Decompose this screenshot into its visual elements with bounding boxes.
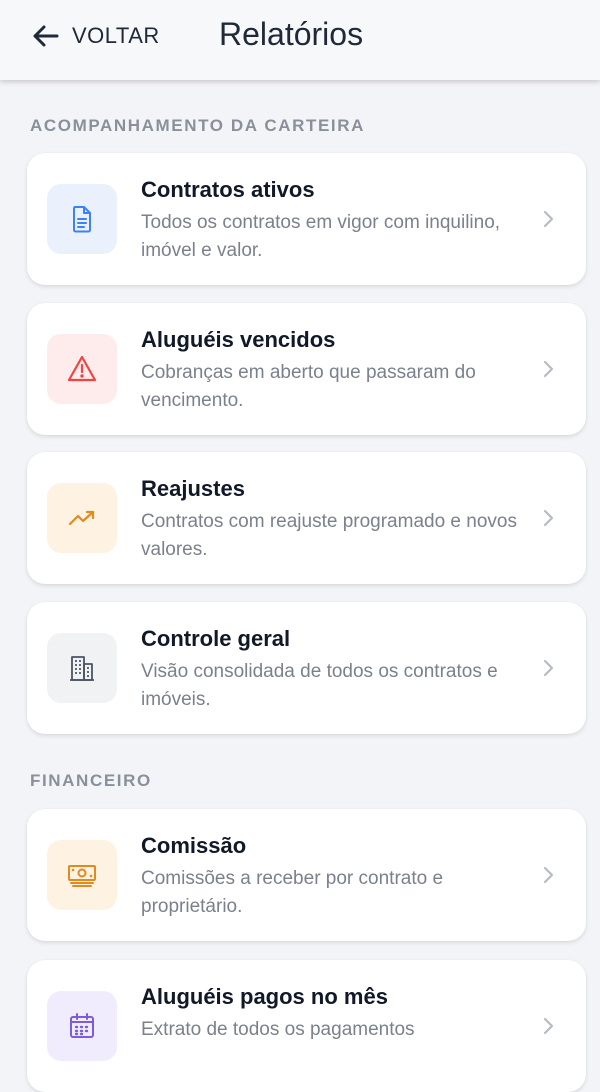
report-description: Todos os contratos em vigor com inquilin… [141, 212, 501, 261]
report-card-alugueis-vencidos[interactable]: Aluguéis vencidos Cobranças em aberto qu… [27, 303, 586, 435]
building-icon [70, 656, 94, 681]
report-description: Comissões a receber por contrato e propr… [141, 868, 444, 917]
report-card-alugueis-pagos[interactable]: Aluguéis pagos no mês Extrato de todos o… [27, 960, 586, 1092]
back-button[interactable]: VOLTAR [30, 20, 160, 52]
calendar-icon [70, 1013, 94, 1038]
page-title: Relatórios [219, 16, 364, 52]
chevron-right-icon [543, 509, 554, 527]
report-description: Visão consolidada de todos os contratos … [141, 661, 498, 710]
back-label: VOLTAR [72, 23, 160, 48]
chevron-right-icon [543, 360, 554, 378]
chevron-right-icon [543, 866, 554, 884]
report-title: Contratos ativos [141, 177, 315, 202]
icon-container [47, 334, 117, 404]
report-title: Comissão [141, 833, 247, 858]
report-description: Extrato de todos os pagamentos [141, 1019, 415, 1040]
section-title-carteira: ACOMPANHAMENTO DA CARTEIRA [30, 116, 365, 135]
chevron-right-icon [543, 659, 554, 677]
app-header: VOLTAR Relatórios [0, 0, 600, 80]
report-card-reajustes[interactable]: Reajustes Contratos com reajuste program… [27, 452, 586, 584]
icon-container [47, 991, 117, 1061]
document-icon [73, 206, 91, 233]
report-card-comissao[interactable]: Comissão Comissões a receber por contrat… [27, 809, 586, 941]
icon-container [47, 483, 117, 553]
icon-container [47, 840, 117, 910]
report-description: Contratos com reajuste programado e novo… [141, 511, 517, 560]
report-title: Aluguéis pagos no mês [141, 984, 388, 1009]
icon-container [47, 184, 117, 254]
report-card-contratos-ativos[interactable]: Contratos ativos Todos os contratos em v… [27, 153, 586, 285]
cash-icon [68, 865, 96, 887]
warning-icon [67, 355, 97, 382]
icon-container [47, 633, 117, 703]
section-title-financeiro: FINANCEIRO [30, 771, 152, 790]
chevron-right-icon [543, 1017, 554, 1035]
trending-up-icon [68, 510, 95, 526]
report-title: Aluguéis vencidos [141, 327, 336, 352]
arrow-left-icon [33, 25, 59, 47]
report-title: Reajustes [141, 476, 245, 501]
report-card-controle-geral[interactable]: Controle geral Visão consolidada de todo… [27, 602, 586, 734]
report-title: Controle geral [141, 626, 291, 651]
chevron-right-icon [543, 210, 554, 228]
report-description: Cobranças em aberto que passaram do venc… [141, 362, 476, 411]
